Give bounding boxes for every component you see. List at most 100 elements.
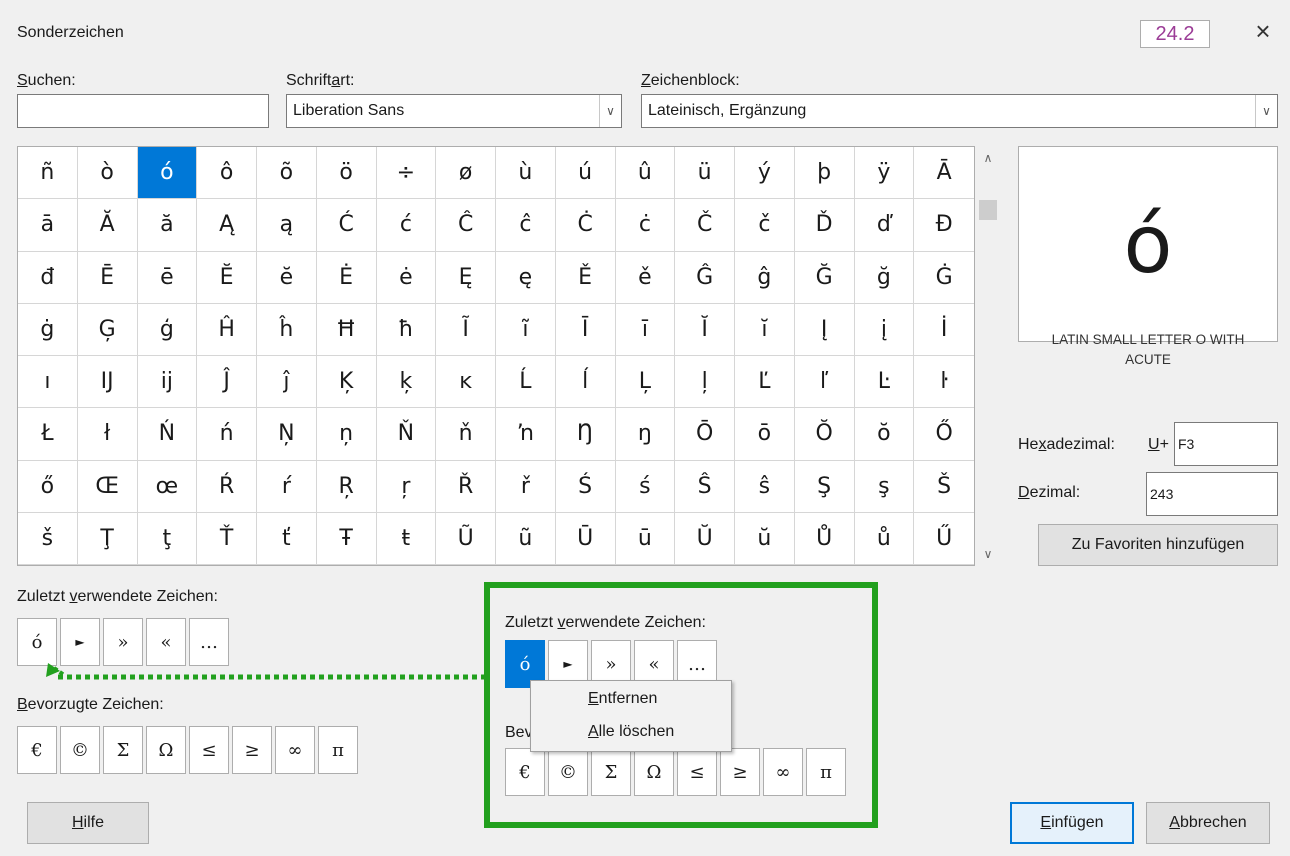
grid-cell[interactable]: č (735, 199, 795, 252)
callout-favorite-char-button[interactable]: π (806, 748, 846, 796)
grid-cell[interactable]: Ľ (735, 356, 795, 409)
grid-cell[interactable]: Š (914, 461, 974, 513)
grid-scrollbar[interactable]: ∧ ∨ (976, 146, 1000, 566)
grid-cell[interactable]: ü (675, 147, 735, 200)
grid-cell[interactable]: ø (436, 147, 496, 200)
grid-cell[interactable]: Ů (794, 512, 855, 565)
grid-cell[interactable]: Ő (914, 408, 974, 461)
grid-cell[interactable]: ē (137, 251, 198, 304)
grid-cell[interactable]: ś (615, 460, 676, 513)
grid-cell[interactable]: ć (376, 199, 437, 252)
grid-cell[interactable]: Ę (436, 251, 496, 304)
grid-cell[interactable]: ĉ (496, 199, 556, 252)
scroll-down-icon[interactable]: ∨ (976, 542, 1000, 566)
grid-cell[interactable]: ń (197, 408, 257, 461)
grid-cell[interactable]: ŧ (376, 512, 437, 565)
grid-cell[interactable]: Ă (77, 199, 138, 252)
grid-cell[interactable]: ô (197, 147, 257, 200)
grid-cell[interactable]: ū (615, 512, 676, 565)
grid-cell[interactable]: ñ (18, 147, 78, 200)
grid-cell[interactable]: ĵ (257, 356, 317, 409)
close-icon[interactable]: × (1248, 16, 1278, 46)
grid-cell[interactable]: ľ (794, 356, 855, 409)
grid-cell[interactable]: Ď (794, 199, 855, 252)
grid-cell[interactable]: œ (137, 460, 198, 513)
grid-cell[interactable]: ŋ (615, 408, 676, 461)
grid-cell[interactable]: Œ (77, 460, 138, 513)
callout-favorite-char-button[interactable]: ∞ (763, 748, 803, 796)
grid-cell[interactable]: Ũ (436, 512, 496, 565)
grid-cell[interactable]: ĝ (735, 251, 795, 304)
menu-item-remove[interactable]: Entfernen (588, 690, 657, 708)
grid-cell[interactable]: Ņ (257, 408, 317, 461)
callout-favorite-char-button[interactable]: Σ (591, 748, 631, 796)
grid-cell[interactable]: Ğ (794, 251, 855, 304)
scroll-up-icon[interactable]: ∧ (976, 146, 1000, 170)
favorite-char-button[interactable]: ∞ (275, 726, 315, 774)
grid-cell[interactable]: ÿ (854, 147, 915, 200)
grid-cell[interactable]: ı (18, 356, 78, 409)
grid-cell[interactable]: Ŭ (675, 512, 735, 565)
grid-cell[interactable]: ť (257, 512, 317, 565)
grid-cell[interactable]: ġ (18, 303, 78, 356)
grid-cell[interactable]: ŭ (735, 512, 795, 565)
grid-cell[interactable]: ą (257, 199, 317, 252)
character-grid[interactable]: ñ ò ó ô õ ö ÷ ø ù ú û ü ý þ ÿ Āā Ăă Ąą Ćć Ĉĉ Ċċ Čč Ďď Đđ Ēē Ĕĕ Ėė Ę… (17, 146, 975, 566)
grid-cell[interactable]: ĭ (735, 303, 795, 356)
insert-button[interactable]: Einfügen (1010, 802, 1134, 844)
scroll-thumb[interactable] (979, 200, 997, 220)
grid-cell[interactable]: Ś (555, 460, 616, 513)
grid-cell[interactable]: ó (137, 147, 198, 200)
grid-cell[interactable]: ũ (496, 512, 556, 565)
grid-cell[interactable]: ā (18, 199, 78, 252)
grid-cell[interactable]: Ł (18, 408, 78, 461)
grid-cell[interactable]: Ş (794, 460, 855, 513)
favorite-char-button[interactable]: ≥ (232, 726, 272, 774)
grid-cell[interactable]: Ć (316, 199, 377, 252)
grid-cell[interactable]: Ŋ (555, 408, 616, 461)
grid-cell[interactable]: ĩ (496, 303, 556, 356)
grid-cell[interactable]: Į (794, 303, 855, 356)
grid-cell[interactable]: ĕ (257, 251, 317, 304)
help-button[interactable]: Hilfe (27, 802, 149, 844)
grid-cell[interactable]: Ŗ (316, 460, 377, 513)
grid-cell[interactable]: Ű (914, 513, 974, 565)
grid-cell[interactable]: Ė (316, 251, 377, 304)
grid-cell[interactable]: ÷ (376, 147, 437, 200)
grid-cell[interactable]: Ġ (914, 252, 974, 304)
grid-cell[interactable]: ĥ (257, 303, 317, 356)
grid-cell[interactable]: ö (316, 147, 377, 200)
grid-cell[interactable]: Ŧ (316, 512, 377, 565)
grid-cell[interactable]: į (854, 303, 915, 356)
chevron-down-icon[interactable]: ∨ (1255, 95, 1277, 127)
grid-cell[interactable]: Ē (77, 251, 138, 304)
grid-cell[interactable]: þ (794, 147, 855, 200)
grid-cell[interactable]: û (615, 147, 676, 200)
callout-favorite-char-button[interactable]: ≥ (720, 748, 760, 796)
grid-cell[interactable]: Č (675, 199, 735, 252)
grid-cell[interactable]: ŕ (257, 460, 317, 513)
grid-cell[interactable]: ő (18, 460, 78, 513)
callout-favorite-char-button[interactable]: € (505, 748, 545, 796)
grid-cell[interactable]: Ā (914, 147, 974, 200)
grid-cell[interactable]: Ť (197, 512, 257, 565)
grid-cell[interactable]: ď (854, 199, 915, 252)
grid-cell[interactable]: ù (496, 147, 556, 200)
grid-cell[interactable]: ş (854, 460, 915, 513)
block-combobox[interactable]: Lateinisch, Ergänzung ∨ (641, 94, 1278, 128)
grid-cell[interactable]: ċ (615, 199, 676, 252)
favorite-char-button[interactable]: Ω (146, 726, 186, 774)
grid-cell[interactable]: ļ (675, 356, 735, 409)
chevron-down-icon[interactable]: ∨ (599, 95, 621, 127)
cancel-button[interactable]: Abbrechen (1146, 802, 1270, 844)
grid-cell[interactable]: Ŀ (854, 356, 915, 409)
grid-cell[interactable]: ò (77, 147, 138, 200)
grid-cell[interactable]: Ň (376, 408, 437, 461)
grid-cell[interactable]: Ū (555, 512, 616, 565)
grid-cell[interactable]: š (18, 512, 78, 565)
grid-cell[interactable]: Ĝ (675, 251, 735, 304)
grid-cell[interactable]: Ţ (77, 512, 138, 565)
grid-cell[interactable]: ŗ (376, 460, 437, 513)
grid-cell[interactable]: Ĥ (197, 303, 257, 356)
grid-cell[interactable]: Ĭ (675, 303, 735, 356)
